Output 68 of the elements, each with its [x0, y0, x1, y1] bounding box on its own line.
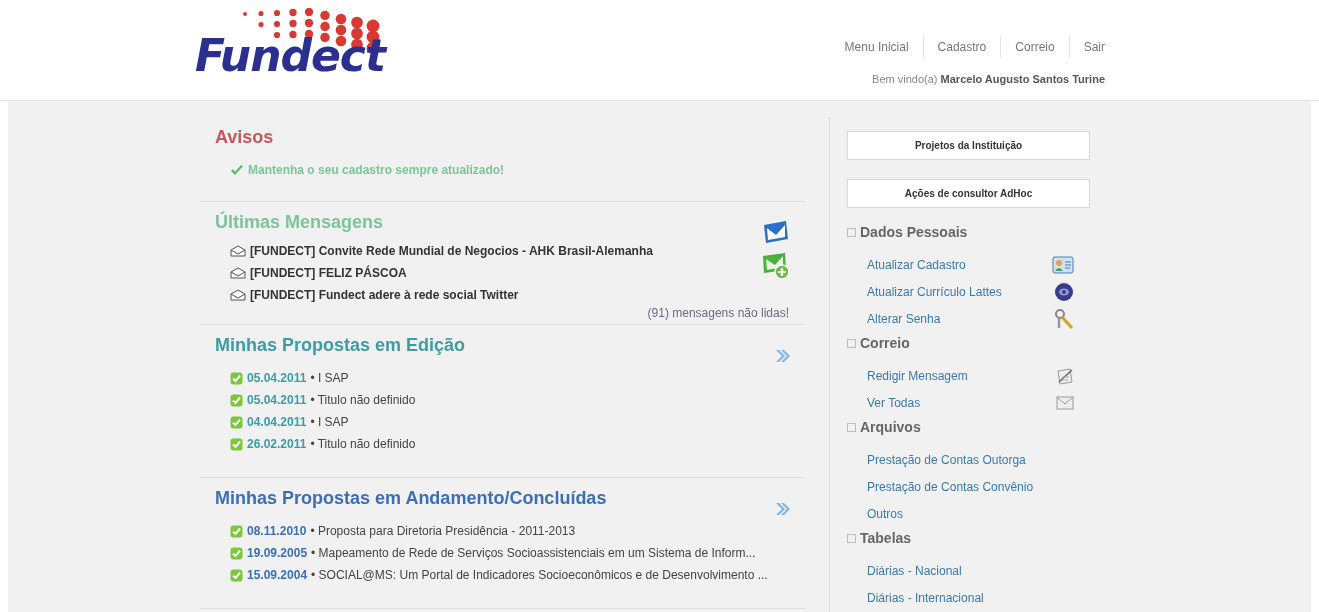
- envelope-icon: [230, 245, 246, 257]
- sidebar-link[interactable]: Ver Todas: [867, 395, 921, 410]
- check-icon: [230, 164, 244, 176]
- sidebar-button[interactable]: Ações de consultor AdHoc: [847, 179, 1090, 208]
- proposal-date[interactable]: 05.04.2011: [247, 389, 307, 411]
- message-link[interactable]: [FUNDECT] FELIZ PÁSCOA: [250, 262, 407, 284]
- checkbox-icon: [230, 546, 243, 560]
- message-link[interactable]: [FUNDECT] Convite Rede Mundial de Negocios - AHK Brasil-Alemanha: [250, 240, 653, 262]
- proposal-date[interactable]: 26.02.2011: [247, 433, 307, 455]
- message-link[interactable]: [FUNDECT] Fundect adere à rede social Twitter: [250, 284, 519, 306]
- proposal-title[interactable]: • Titulo não definido: [310, 389, 416, 411]
- nav-link[interactable]: Correio: [1000, 36, 1069, 58]
- section-heading: Minhas Propostas em Edição: [215, 334, 466, 357]
- notice-text: Mantenha o seu cadastro sempre atualizado!: [248, 162, 505, 179]
- sidebar-link[interactable]: Redigir Mensagem: [867, 368, 968, 383]
- envelope-icon: [762, 220, 790, 244]
- checkbox-icon: [230, 371, 243, 385]
- proposal-title[interactable]: • SOCIAL@MS: Um Portal de Indicadores Socioeconômicos e de Desenvolvimento ...: [311, 564, 768, 586]
- envelope-icon: [230, 267, 246, 279]
- sidebar-link[interactable]: Alterar Senha: [867, 311, 941, 326]
- section-heading: Minhas Propostas em Andamento/Concluídas: [215, 487, 607, 510]
- nav-link[interactable]: Sair: [1068, 36, 1105, 58]
- checkbox-icon: [230, 415, 243, 429]
- checkbox-icon: [230, 568, 243, 582]
- sidebar-link[interactable]: Outros: [867, 506, 903, 521]
- proposal-date[interactable]: 08.11.2010: [247, 520, 307, 542]
- nav-link[interactable]: Cadastro: [922, 36, 1001, 58]
- sidebar-link[interactable]: Diárias - Internacional: [867, 590, 984, 605]
- group-heading: Tabelas: [860, 530, 912, 546]
- sidebar-link[interactable]: Atualizar Currículo Lattes: [867, 284, 1002, 299]
- envelope-icon: [1056, 395, 1074, 410]
- group-heading: Arquivos: [860, 419, 921, 435]
- sidebar-button[interactable]: Projetos da Instituição: [847, 131, 1090, 160]
- proposal-date[interactable]: 05.04.2011: [247, 367, 307, 389]
- double-chevron-icon: [775, 502, 791, 516]
- checkbox-icon: [230, 437, 243, 451]
- sidebar-link[interactable]: Prestação de Contas Outorga: [867, 452, 1026, 467]
- unread-count[interactable]: (91) mensagens não lidas!: [215, 306, 805, 320]
- user-name: Marcelo Augusto Santos Turine: [940, 73, 1105, 85]
- bullet-icon: [847, 533, 856, 543]
- bullet-icon: [847, 422, 856, 432]
- sidebar-link[interactable]: Diárias - Nacional: [867, 563, 962, 578]
- proposal-title[interactable]: • Proposta para Diretoria Presidência - 2011-2013: [310, 520, 576, 542]
- proposal-title[interactable]: • Titulo não definido: [310, 433, 416, 455]
- sidebar-link[interactable]: Prestação de Contas Convênio: [867, 479, 1034, 494]
- nav-link[interactable]: Menu Inicial: [844, 36, 923, 58]
- sidebar-link[interactable]: Atualizar Cadastro: [867, 257, 966, 272]
- proposal-title[interactable]: • I SAP: [310, 367, 349, 389]
- proposal-date[interactable]: 04.04.2011: [247, 411, 307, 433]
- envelope-add-icon: [761, 252, 791, 280]
- group-heading: Dados Pessoais: [860, 224, 968, 240]
- proposal-title[interactable]: • I SAP: [310, 411, 349, 433]
- bullet-icon: [847, 338, 856, 348]
- section-heading: Avisos: [215, 126, 274, 149]
- checkbox-icon: [230, 524, 243, 538]
- bullet-icon: [847, 227, 856, 237]
- section-heading: Últimas Mensagens: [215, 210, 384, 234]
- id-card-icon: [1052, 254, 1074, 275]
- envelope-icon: [230, 289, 246, 301]
- proposal-date[interactable]: 19.09.2005: [247, 542, 308, 564]
- proposal-title[interactable]: • Mapeamento de Rede de Serviços Socioassistenciais em um Sistema de Inform...: [311, 542, 756, 564]
- proposal-date[interactable]: 15.09.2004: [247, 564, 308, 586]
- group-heading: Correio: [860, 335, 910, 351]
- welcome-text: Bem vindo(a): [872, 73, 938, 85]
- checkbox-icon: [230, 393, 243, 407]
- double-chevron-icon: [775, 349, 791, 363]
- keys-icon: [1054, 307, 1074, 330]
- pencil-paper-icon: [1056, 366, 1074, 385]
